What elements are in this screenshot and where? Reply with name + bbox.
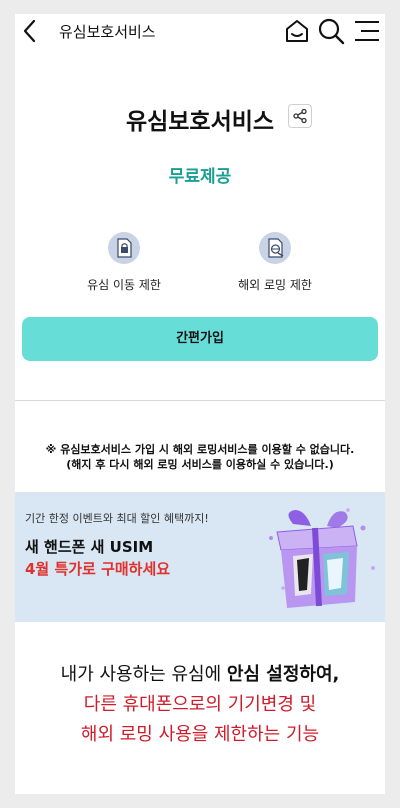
sim-lock-icon <box>108 232 140 264</box>
notice-line-1: ※ 유심보호서비스 가입 시 해외 로밍서비스를 이용할 수 없습니다. <box>45 443 355 456</box>
gift-box-icon <box>269 508 375 608</box>
description-text: 내가 사용하는 유심에 <box>60 664 227 685</box>
feature-label: 유심 이동 제한 <box>87 278 161 292</box>
roaming-block-icon <box>259 232 291 264</box>
share-button[interactable] <box>288 104 312 128</box>
service-title: 유심보호서비스 <box>15 102 385 136</box>
chevron-left-icon <box>23 19 36 43</box>
service-name: 유심보호서비스 <box>125 109 275 135</box>
banner-title: 새 핸드폰 새 USIM <box>25 538 154 556</box>
search-button[interactable] <box>317 17 345 45</box>
promo-banner[interactable]: 기간 한정 이벤트와 최대 할인 혜택까지! 새 핸드폰 새 USIM 4월 특… <box>15 492 385 622</box>
feature-label: 해외 로밍 제한 <box>238 278 312 292</box>
description-line-3: 해외 로밍 사용을 제한하는 기능 <box>80 724 320 745</box>
description-line-2: 다른 휴대폰으로의 기기변경 및 <box>83 694 317 715</box>
feature-roaming-limit: 해외 로밍 제한 <box>215 232 335 293</box>
top-nav-bar: 유심보호서비스 <box>15 14 385 48</box>
page-frame: 유심보호서비스 유심보호서비스 무료제공 유심 이동 제한 해외 로밍 제한 간… <box>15 14 385 794</box>
home-icon <box>286 20 308 42</box>
share-icon <box>293 108 307 124</box>
top-nav-title: 유심보호서비스 <box>59 23 156 41</box>
description-emphasis: 안심 설정하여, <box>226 664 340 685</box>
price-label: 무료제공 <box>168 167 232 187</box>
notice-line-2: (해지 후 다시 해외 로밍 서비스를 이용하실 수 있습니다.) <box>66 458 334 471</box>
home-button[interactable] <box>283 17 311 45</box>
feature-sim-move-limit: 유심 이동 제한 <box>64 232 184 293</box>
hamburger-menu-icon <box>355 21 379 41</box>
back-button[interactable] <box>19 18 41 44</box>
search-icon <box>318 18 345 45</box>
banner-highlight: 4월 특가로 구매하세요 <box>25 560 171 578</box>
description-line-1: 내가 사용하는 유심에 안심 설정하여, <box>15 660 385 686</box>
easy-join-button[interactable]: 간편가입 <box>22 317 378 361</box>
section-divider <box>15 400 385 401</box>
banner-subtitle: 기간 한정 이벤트와 최대 할인 혜택까지! <box>25 512 209 525</box>
menu-button[interactable] <box>353 17 381 45</box>
